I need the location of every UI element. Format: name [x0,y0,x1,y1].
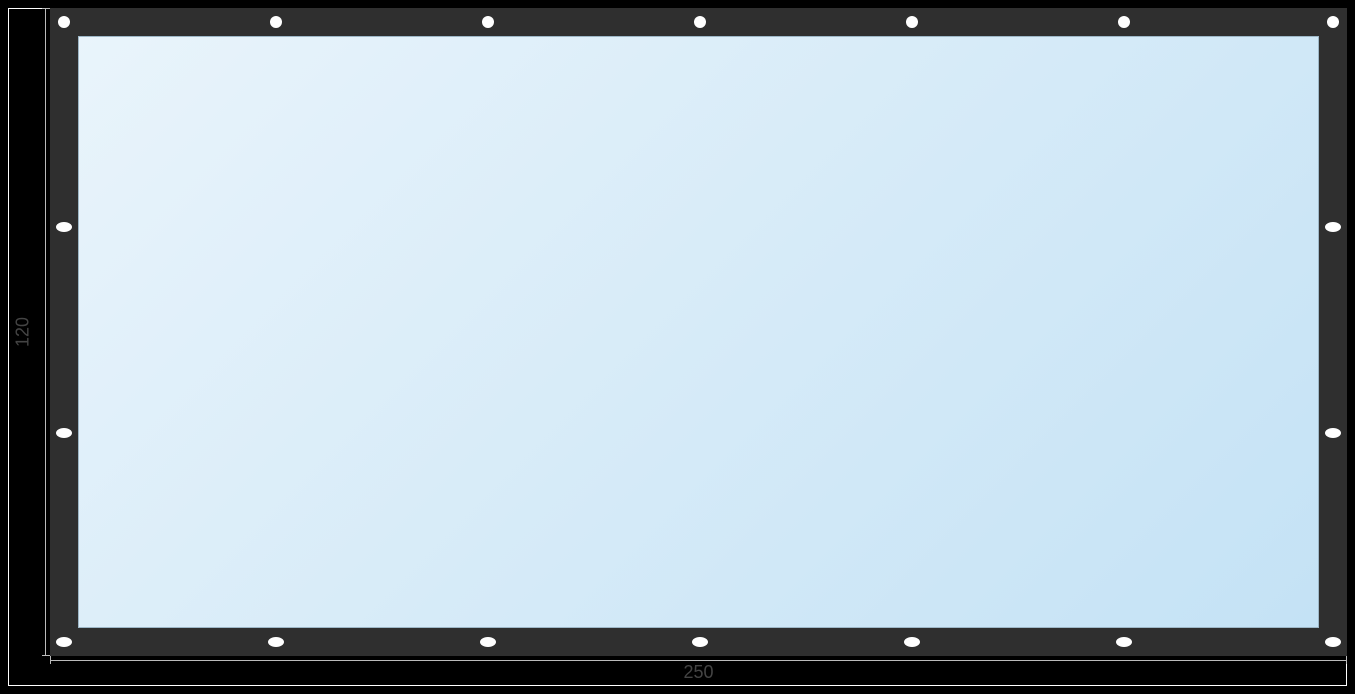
grommet-icon [482,16,494,28]
tarp-body [78,36,1319,628]
dimension-width-label: 250 [50,662,1347,683]
grommet-icon [268,637,284,647]
grommet-icon [270,16,282,28]
grommet-icon [56,637,72,647]
grommet-icon [56,222,72,232]
grommet-icon [1325,637,1341,647]
diagram-stage: 250 120 [0,0,1355,694]
grommet-icon [1327,16,1339,28]
grommet-icon [1325,222,1341,232]
grommet-icon [694,16,706,28]
dimension-line-icon [45,8,46,656]
grommet-icon [480,637,496,647]
dimension-tick-icon [42,655,50,656]
tarp-frame [50,8,1347,656]
grommet-icon [904,637,920,647]
grommet-icon [906,16,918,28]
dimension-height: 120 [8,8,50,656]
grommet-icon [58,16,70,28]
dimension-height-label: 120 [13,317,34,347]
grommet-icon [1325,428,1341,438]
grommet-icon [1116,637,1132,647]
dimension-width: 250 [50,656,1347,686]
dimension-line-icon [50,660,1347,661]
dimension-tick-icon [42,8,50,9]
grommet-icon [692,637,708,647]
grommet-icon [1118,16,1130,28]
grommet-icon [56,428,72,438]
